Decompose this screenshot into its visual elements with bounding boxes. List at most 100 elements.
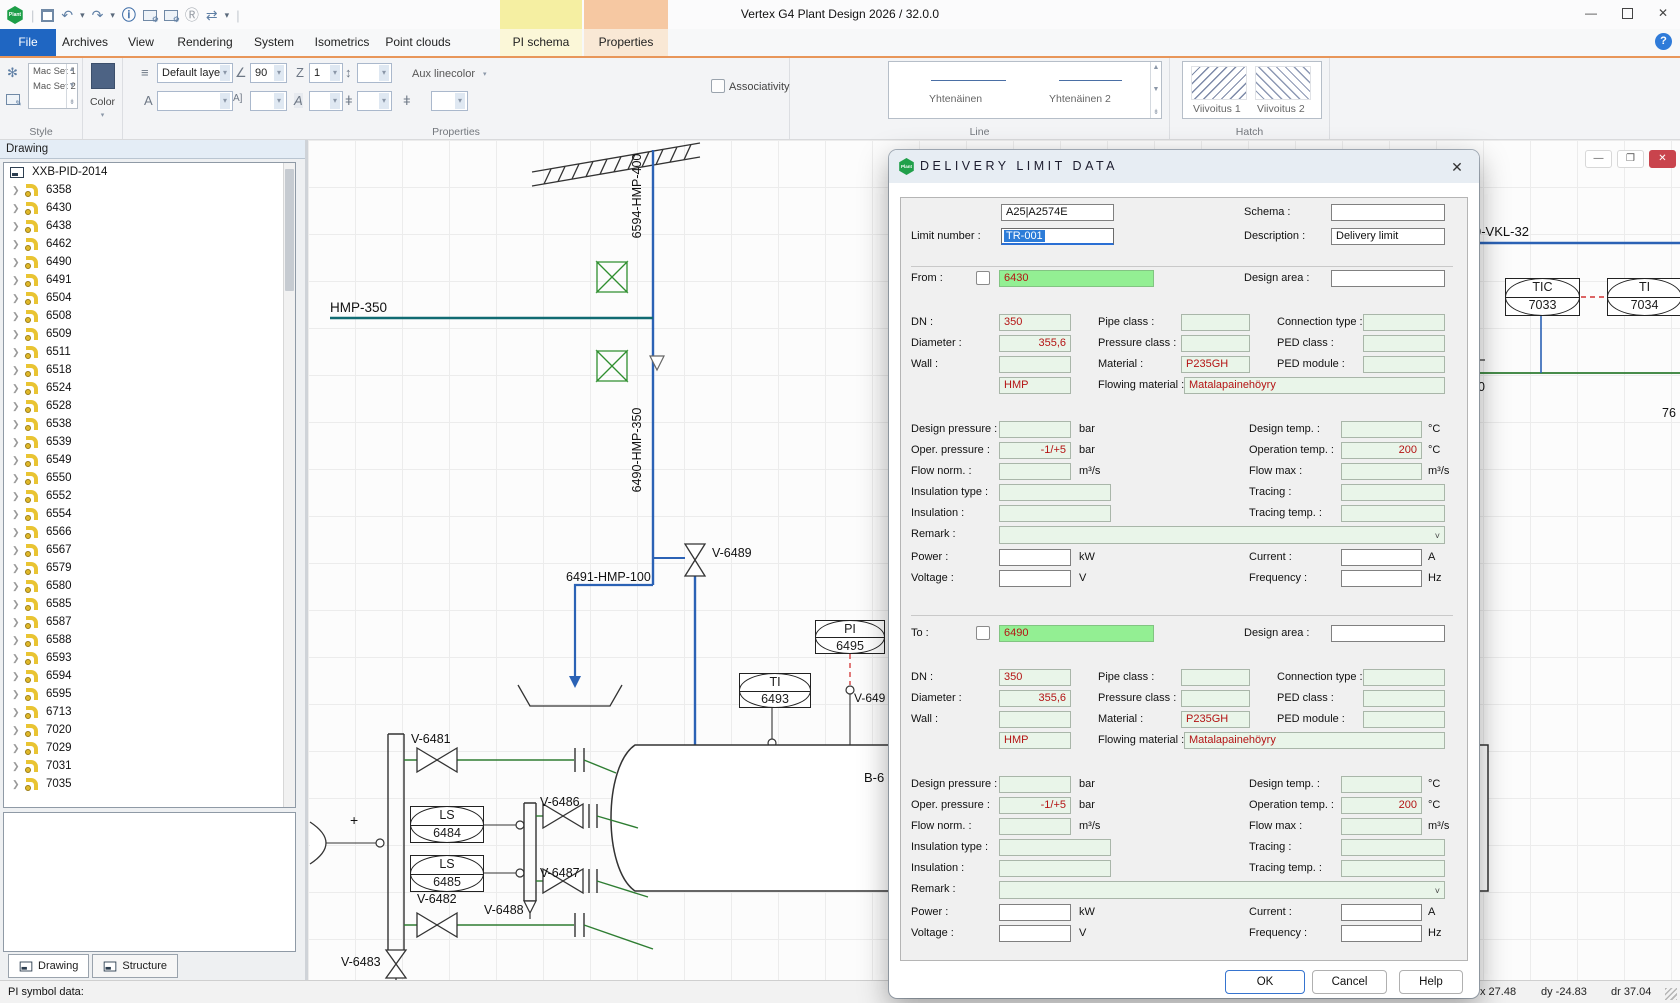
valve-V-6482[interactable] (417, 913, 457, 937)
tab-isometrics[interactable]: Isometrics (310, 29, 374, 56)
drawing-minimize-button[interactable]: — (1585, 150, 1612, 168)
chevron-right-icon[interactable]: ❯ (12, 293, 22, 304)
hatch-sample-2[interactable] (1255, 66, 1311, 100)
tab-archives[interactable]: Archives (58, 29, 112, 56)
to-tracing-field[interactable] (1341, 839, 1445, 856)
help-button[interactable]: ? (1655, 33, 1672, 50)
resize-grip[interactable] (1665, 988, 1677, 1000)
from-flowing-material-field[interactable]: Matalapainehöyry (1184, 377, 1445, 394)
maximize-button[interactable] (1618, 6, 1636, 22)
tree-item[interactable]: ❯ 6539 (4, 433, 295, 451)
hatch-label-1[interactable]: Viivoitus 1 (1193, 103, 1241, 115)
tree-root-row[interactable]: XXB-PID-2014 (4, 163, 295, 181)
from-tag-field[interactable]: 6430 (999, 270, 1154, 287)
tree-item[interactable]: ❯ 7035 (4, 775, 295, 793)
tree-item[interactable]: ❯ 6549 (4, 451, 295, 469)
instrument-TIC-7033[interactable]: TIC7033 (1505, 278, 1580, 316)
line-label-9-VKL-32[interactable]: 9-VKL-32 (1474, 224, 1529, 239)
tree-item[interactable]: ❯ 6490 (4, 253, 295, 271)
chevron-right-icon[interactable]: ❯ (12, 581, 22, 592)
from-voltage-field[interactable] (999, 570, 1071, 587)
chevron-right-icon[interactable]: ❯ (12, 725, 22, 736)
from-design-area-field[interactable] (1331, 270, 1445, 287)
tab-properties[interactable]: Properties (584, 29, 668, 56)
drawing-close-button[interactable]: ✕ (1649, 150, 1676, 168)
tree-item[interactable]: ❯ 6594 (4, 667, 295, 685)
line-style-label-2[interactable]: Yhtenäinen 2 (1049, 93, 1111, 105)
tab-point-clouds[interactable]: Point clouds (380, 29, 456, 56)
tree-scrollbar[interactable] (283, 163, 295, 807)
from-remark-combobox[interactable]: ˅ (999, 526, 1445, 544)
tree-item[interactable]: ❯ 6593 (4, 649, 295, 667)
line-label-6491-HMP-100[interactable]: 6491-HMP-100 (566, 570, 651, 584)
color-dropdown-icon[interactable]: ▾ (83, 111, 122, 119)
instrument-TI-7034[interactable]: TI7034 (1607, 278, 1680, 316)
from-connection-type-field[interactable] (1363, 314, 1445, 331)
from-ped-module-field[interactable] (1363, 356, 1445, 373)
chevron-right-icon[interactable]: ❯ (12, 653, 22, 664)
mac-set-listbox[interactable]: Mac Set 1 Mac Set 2 ▲▼⇟ (28, 63, 78, 109)
chevron-right-icon[interactable]: ❯ (12, 185, 22, 196)
to-flow-norm-field[interactable] (999, 818, 1071, 835)
to-ped-class-field[interactable] (1363, 690, 1445, 707)
to-insulation-field[interactable] (999, 860, 1111, 877)
text-style-combobox[interactable] (157, 91, 233, 111)
dialog-close-icon[interactable]: ✕ (1448, 159, 1466, 176)
tab-file[interactable]: File (0, 29, 56, 56)
z-level-combobox[interactable]: 1 (309, 63, 343, 83)
instrument-PI-6495[interactable]: PI6495 (815, 620, 885, 654)
to-checkbox[interactable] (976, 626, 990, 640)
to-tracing-temp-field[interactable] (1341, 860, 1445, 877)
from-insulation-type-field[interactable] (999, 484, 1111, 501)
valve-label-V-6486[interactable]: V-6486 (540, 795, 580, 809)
chevron-right-icon[interactable]: ❯ (12, 599, 22, 610)
tree-item[interactable]: ❯ 6552 (4, 487, 295, 505)
tree-item[interactable]: ❯ 6528 (4, 397, 295, 415)
from-code-field[interactable]: HMP (999, 377, 1071, 394)
valve-V-6488[interactable] (524, 901, 536, 919)
valve-label-V-6489[interactable]: V-6489 (712, 546, 752, 560)
associativity-checkbox[interactable] (711, 79, 725, 93)
aux-linecolor-combobox[interactable] (431, 91, 468, 111)
chevron-right-icon[interactable]: ❯ (12, 311, 22, 322)
chevron-right-icon[interactable]: ❯ (12, 779, 22, 790)
from-material-field[interactable]: P235GH (1181, 356, 1250, 373)
from-ped-class-field[interactable] (1363, 335, 1445, 352)
aux-linecolor-label[interactable]: Aux linecolor (412, 68, 475, 80)
chevron-right-icon[interactable]: ❯ (12, 275, 22, 286)
valve-label-V-6481[interactable]: V-6481 (411, 732, 451, 746)
tree-item[interactable]: ❯ 6491 (4, 271, 295, 289)
tab-pi-schema[interactable]: PI schema (500, 29, 582, 56)
line-label-6490-HMP-350[interactable]: 6490-HMP-350 (630, 404, 644, 496)
tree-item[interactable]: ❯ 6579 (4, 559, 295, 577)
to-dn-field[interactable]: 350 (999, 669, 1071, 686)
to-voltage-field[interactable] (999, 925, 1071, 942)
tree-item[interactable]: ❯ 6587 (4, 613, 295, 631)
chevron-right-icon[interactable]: ❯ (12, 671, 22, 682)
instrument-LS-6485[interactable]: LS6485 (410, 855, 484, 892)
from-tracing-temp-field[interactable] (1341, 505, 1445, 522)
angle-combobox[interactable]: 90 (250, 63, 287, 83)
layers-combobox[interactable]: Default layers (157, 63, 233, 83)
hatch-scale-combobox[interactable] (309, 91, 343, 111)
instrument-TI-6493[interactable]: TI6493 (739, 673, 811, 708)
vessel-label-B-6[interactable]: B-6 (864, 770, 884, 785)
pipe-6491-HMP-100[interactable] (575, 585, 653, 680)
tree-item[interactable]: ❯ 6588 (4, 631, 295, 649)
line-style-label-1[interactable]: Yhtenäinen (929, 93, 982, 105)
tree-item[interactable]: ❯ 7020 (4, 721, 295, 739)
to-ped-module-field[interactable] (1363, 711, 1445, 728)
chevron-right-icon[interactable]: ❯ (12, 617, 22, 628)
chevron-right-icon[interactable]: ❯ (12, 221, 22, 232)
to-power-field[interactable] (999, 904, 1071, 921)
schema-field[interactable] (1331, 204, 1445, 221)
tree-item[interactable]: ❯ 6358 (4, 181, 295, 199)
chevron-right-icon[interactable]: ❯ (12, 473, 22, 484)
dialog-header[interactable]: Plant DELIVERY LIMIT DATA ✕ (889, 150, 1479, 183)
cancel-button[interactable]: Cancel (1312, 970, 1387, 994)
from-power-field[interactable] (999, 549, 1071, 566)
to-design-area-field[interactable] (1331, 625, 1445, 642)
tree-item[interactable]: ❯ 6508 (4, 307, 295, 325)
to-insulation-type-field[interactable] (999, 839, 1111, 856)
to-frequency-field[interactable] (1341, 925, 1422, 942)
